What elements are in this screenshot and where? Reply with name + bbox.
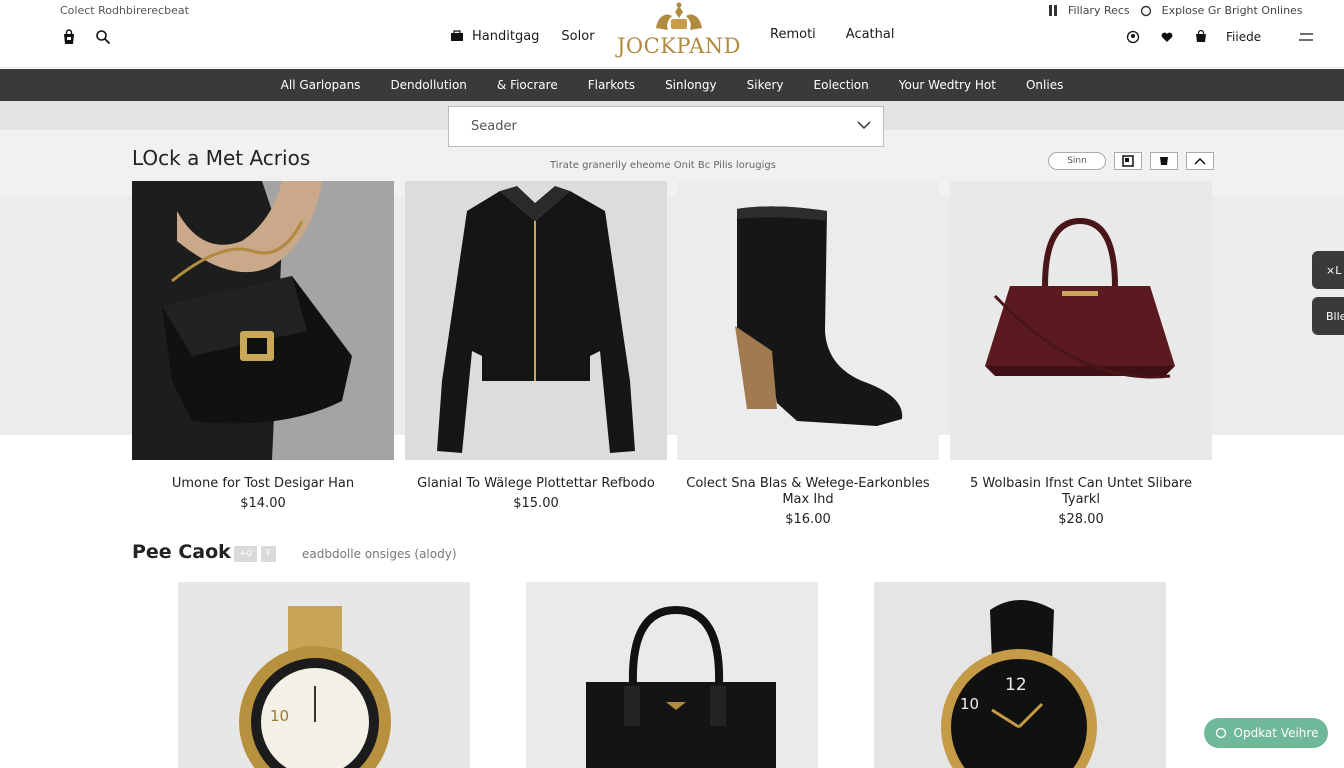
shopping-bag-icon[interactable] xyxy=(60,28,78,46)
product-price: $28.00 xyxy=(1058,512,1104,527)
nav-remoti[interactable]: Remoti xyxy=(770,27,816,42)
location-ring-icon xyxy=(1140,5,1152,17)
product-image-black-watch[interactable]: 12 10 xyxy=(874,582,1166,768)
product-image-gold-watch[interactable]: 10 xyxy=(178,582,470,768)
product-image-black-jacket[interactable] xyxy=(405,181,667,460)
view-controls: Sinn xyxy=(1048,152,1214,170)
category-item[interactable]: Your Wedtry Hot xyxy=(899,78,996,92)
header-right-top-link-2[interactable]: Explose Gr Bright Onlines xyxy=(1162,4,1303,17)
filter-icon[interactable] xyxy=(1150,152,1178,170)
category-nav: All Garlopans Dendollution & Fiocrare Fl… xyxy=(0,69,1344,101)
tag-badge[interactable]: F xyxy=(261,546,277,562)
category-item[interactable]: & Fiocrare xyxy=(497,78,558,92)
brand-wordmark: JOCKPAND xyxy=(617,34,741,58)
bag-icon xyxy=(448,27,466,45)
svg-text:10: 10 xyxy=(960,695,979,713)
category-item[interactable]: Dendollution xyxy=(390,78,466,92)
nav-handbags-label: Handitgag xyxy=(472,28,540,44)
category-item[interactable]: Sikery xyxy=(747,78,784,92)
search-dropdown[interactable]: Seader xyxy=(448,106,884,147)
header-left-icons xyxy=(60,28,112,46)
product-card[interactable]: 5 Wolbasin Ifnst Can Untet Slibare Tyark… xyxy=(950,181,1212,527)
section-title: LOck a Met Acrios xyxy=(132,146,311,170)
search-icon[interactable] xyxy=(94,28,112,46)
cart-icon[interactable] xyxy=(1192,28,1210,46)
product-card[interactable]: Glanial To Wälege Plottettar Refbodo $15… xyxy=(405,181,667,511)
tag-badge[interactable]: +0 xyxy=(234,546,258,562)
product-image-black-handbag[interactable] xyxy=(526,582,818,768)
product-name[interactable]: 5 Wolbasin Ifnst Can Untet Slibare Tyark… xyxy=(950,476,1212,508)
menu-icon[interactable] xyxy=(1297,28,1315,46)
chevron-down-icon xyxy=(857,119,871,134)
live-chat-label: Opdkat Veihre xyxy=(1233,726,1319,740)
live-chat-button[interactable]: Opdkat Veihre xyxy=(1204,718,1328,748)
category-item[interactable]: Onlies xyxy=(1026,78,1063,92)
product-card[interactable]: Umone for Tost Desigar Han $14.00 xyxy=(132,181,394,511)
product-price: $14.00 xyxy=(240,496,286,511)
section-title: Pee Caok xyxy=(132,541,231,563)
nav-solor-label: Solor xyxy=(561,28,595,44)
category-item[interactable]: Sinlongy xyxy=(665,78,717,92)
nav-solor[interactable]: Solor xyxy=(561,29,594,44)
nav-handbags[interactable]: Handitgag xyxy=(448,27,539,45)
product-card[interactable]: Colect Sna Blas & Wełege-Earkonbles Max … xyxy=(677,181,939,527)
header-right-top: Fillary Recs Explose Gr Bright Onlines xyxy=(1048,4,1303,17)
product-image-black-boot[interactable] xyxy=(677,181,939,460)
header-right-top-link-1[interactable]: Fillary Recs xyxy=(1068,4,1130,17)
side-tab-close[interactable]: ×L xyxy=(1312,251,1344,289)
sort-pill[interactable]: Sinn xyxy=(1048,152,1106,170)
svg-text:12: 12 xyxy=(1005,675,1027,695)
collapse-icon[interactable] xyxy=(1186,152,1214,170)
header-right-icons: Fiiede xyxy=(1124,28,1315,46)
product-name[interactable]: Colect Sna Blas & Wełege-Earkonbles Max … xyxy=(677,476,939,508)
grid-view-icon[interactable] xyxy=(1114,152,1142,170)
section-tags: +0 F xyxy=(234,546,277,562)
section-note: eadbdolle onsiges (alody) xyxy=(302,547,457,561)
product-price: $16.00 xyxy=(785,512,831,527)
top-header: Colect Rodhbirerecbeat Handitgag Solor J… xyxy=(0,0,1344,68)
header-left-nav: Handitgag Solor xyxy=(448,27,595,45)
user-icon[interactable] xyxy=(1124,28,1142,46)
product-image-black-handbag[interactable] xyxy=(132,181,394,460)
heart-icon[interactable] xyxy=(1158,28,1176,46)
search-placeholder: Seader xyxy=(471,119,517,134)
product-image-burgundy-tote[interactable] xyxy=(950,181,1212,460)
chat-bubble-icon xyxy=(1214,726,1228,740)
svg-text:10: 10 xyxy=(270,707,289,725)
category-item[interactable]: All Garlopans xyxy=(281,78,361,92)
category-item[interactable]: Eolection xyxy=(814,78,869,92)
header-tagline: Colect Rodhbirerecbeat xyxy=(60,4,189,17)
account-label[interactable]: Fiiede xyxy=(1226,30,1261,44)
section-caption: Tirate granerily eheome Onit Bc Pilis lo… xyxy=(550,160,776,171)
category-item[interactable]: Flarkots xyxy=(588,78,635,92)
nav-acathal[interactable]: Acathal xyxy=(846,27,895,42)
product-name[interactable]: Umone for Tost Desigar Han xyxy=(132,476,394,492)
crest-icon xyxy=(656,2,702,30)
product-name[interactable]: Glanial To Wälege Plottettar Refbodo xyxy=(405,476,667,492)
product-price: $15.00 xyxy=(513,496,559,511)
header-right-nav: Remoti Acathal xyxy=(770,27,894,42)
phone-icon xyxy=(1048,5,1058,17)
brand-logo[interactable]: JOCKPAND xyxy=(612,2,746,62)
side-tab-bookmark[interactable]: Blle xyxy=(1312,297,1344,335)
